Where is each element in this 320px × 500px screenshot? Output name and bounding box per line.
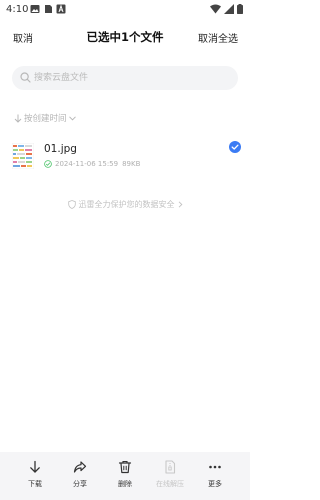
trash-icon <box>118 460 132 474</box>
delete-button[interactable]: 删除 <box>100 460 150 489</box>
download-button[interactable]: 下载 <box>10 460 60 489</box>
share-icon <box>73 461 87 473</box>
chevron-down-icon <box>68 115 76 121</box>
bottom-toolbar: 下载 分享 删除 在线解压 更多 <box>0 452 250 500</box>
gallery-icon <box>30 5 40 13</box>
download-icon <box>30 460 40 473</box>
search-icon <box>20 72 31 83</box>
file-list-item[interactable]: 01.jpg 2024-11-06 15:59 89KB <box>0 140 250 176</box>
status-bar: 4:10 <box>0 0 250 20</box>
sort-selector[interactable]: 按创建时间 <box>14 112 76 124</box>
battery-icon <box>237 4 243 14</box>
zip-archive-icon <box>165 460 176 474</box>
selected-checkbox[interactable] <box>229 141 241 153</box>
synced-check-icon <box>44 160 52 168</box>
security-note-text: 迅雷全力保护您的数据安全 <box>78 200 175 209</box>
shield-icon <box>67 200 76 209</box>
more-label: 更多 <box>208 480 222 488</box>
share-button[interactable]: 分享 <box>55 460 105 489</box>
file-meta: 2024-11-06 15:59 89KB <box>44 160 140 168</box>
file-size: 89KB <box>122 160 141 168</box>
file-name: 01.jpg <box>44 143 77 155</box>
notification-a-icon <box>56 4 66 14</box>
download-label: 下载 <box>28 480 42 488</box>
share-label: 分享 <box>73 480 87 488</box>
arrow-down-icon <box>14 114 22 123</box>
selection-header: 取消 已选中1个文件 取消全选 <box>0 22 250 52</box>
online-unzip-button[interactable]: 在线解压 <box>145 460 195 489</box>
search-bar[interactable] <box>12 66 238 90</box>
more-dots-icon <box>209 465 221 469</box>
online-unzip-label: 在线解压 <box>156 480 184 488</box>
delete-label: 删除 <box>118 480 132 488</box>
security-note[interactable]: 迅雷全力保护您的数据安全 <box>0 199 250 211</box>
sort-label: 按创建时间 <box>24 114 67 124</box>
signal-icon <box>224 4 234 14</box>
file-thumbnail <box>12 143 34 169</box>
file-date: 2024-11-06 15:59 <box>55 160 119 168</box>
search-input[interactable] <box>34 66 229 90</box>
wifi-icon <box>210 4 221 14</box>
status-time: 4:10 <box>6 4 29 15</box>
sd-card-icon <box>45 5 52 13</box>
chevron-right-icon <box>178 201 182 208</box>
deselect-all-button[interactable]: 取消全选 <box>198 30 238 45</box>
more-button[interactable]: 更多 <box>190 460 240 489</box>
